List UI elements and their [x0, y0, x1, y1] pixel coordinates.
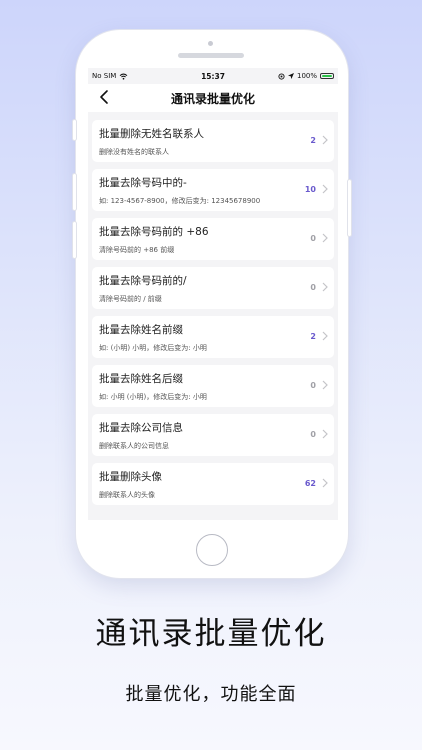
list-item[interactable]: 批量去除姓名前缀如: (小明) 小明，修改后变为: 小明 2: [92, 316, 334, 358]
list-item[interactable]: 批量去除号码前的/清除号码前的 / 前缀 0: [92, 267, 334, 309]
item-title: 批量去除号码中的-: [99, 177, 187, 189]
status-bar: No SIM 15:37 100%: [88, 68, 338, 84]
battery-icon: [320, 73, 334, 79]
item-subtitle: 清除号码前的 / 前缀: [99, 295, 162, 303]
chevron-right-icon: [322, 233, 328, 243]
item-count-badge: 2: [310, 332, 316, 341]
list-item[interactable]: 批量去除号码前的 +86 清除号码前的 +86 前缀 0: [92, 218, 334, 260]
item-title: 批量去除姓名后缀: [99, 373, 183, 385]
chevron-right-icon: [322, 135, 328, 145]
item-subtitle: 如: 小明 (小明)，修改后变为: 小明: [99, 393, 207, 401]
item-title: 批量删除头像: [99, 471, 162, 483]
location-icon: [287, 73, 294, 79]
item-title: 批量删除无姓名联系人: [99, 128, 204, 140]
chevron-right-icon: [322, 478, 328, 488]
item-subtitle: 删除联系人的头像: [99, 491, 155, 499]
battery-percent: 100%: [296, 72, 317, 80]
item-subtitle: 如: (小明) 小明，修改后变为: 小明: [99, 344, 207, 352]
earpiece-speaker: [178, 53, 244, 58]
optimization-list: 批量删除无姓名联系人删除没有姓名的联系人 2 批量去除号码中的- 如: 123-456…: [88, 120, 338, 512]
item-count-badge: 2: [310, 136, 316, 145]
item-subtitle: 删除没有姓名的联系人: [99, 148, 169, 156]
item-title: 批量去除公司信息: [99, 422, 183, 434]
front-camera: [208, 41, 213, 46]
status-right: 100%: [278, 72, 334, 80]
home-button[interactable]: [196, 534, 228, 566]
mute-switch: [73, 120, 76, 140]
item-count-badge: 62: [304, 479, 316, 488]
chevron-right-icon: [322, 380, 328, 390]
chevron-right-icon: [322, 282, 328, 292]
orientation-lock-icon: [278, 72, 285, 80]
item-title: 批量去除号码前的 +86: [99, 226, 209, 238]
item-subtitle: 清除号码前的 +86 前缀: [99, 246, 175, 254]
item-count-badge: 0: [310, 234, 316, 243]
item-count-badge: 0: [310, 283, 316, 292]
chevron-right-icon: [322, 184, 328, 194]
power-button: [348, 180, 351, 236]
list-item[interactable]: 批量删除无姓名联系人删除没有姓名的联系人 2: [92, 120, 334, 162]
item-title: 批量去除姓名前缀: [99, 324, 183, 336]
chevron-right-icon: [322, 331, 328, 341]
navigation-bar: 通讯录批量优化: [88, 84, 338, 112]
item-subtitle: 删除联系人的公司信息: [99, 442, 169, 450]
app-screen: No SIM 15:37 100% 通讯录批量优化 批量删除无姓名联系人 删除没…: [88, 68, 338, 520]
volume-down-button: [73, 222, 76, 258]
volume-up-button: [73, 174, 76, 210]
promo-subline: 批量优化，功能全面: [125, 684, 297, 705]
item-title: 批量去除号码前的/: [99, 275, 187, 287]
list-item[interactable]: 批量去除姓名后缀如: 小明 (小明)，修改后变为: 小明 0: [92, 365, 334, 407]
list-item[interactable]: 批量去除公司信息删除联系人的公司信息 0: [92, 414, 334, 456]
page-title: 通讯录批量优化: [170, 92, 255, 106]
promo-headline: 通讯录批量优化: [95, 616, 327, 652]
item-count-badge: 0: [310, 381, 316, 390]
item-count-badge: 0: [310, 430, 316, 439]
item-count-badge: 10: [304, 185, 316, 194]
item-subtitle: 如: 123-4567-8900，修改后变为: 12345678900: [99, 197, 261, 205]
chevron-right-icon: [322, 429, 328, 439]
list-item[interactable]: 批量删除头像删除联系人的头像 62: [92, 463, 334, 505]
list-item[interactable]: 批量去除号码中的- 如: 123-4567-8900，修改后变为: 1234567…: [92, 169, 334, 211]
